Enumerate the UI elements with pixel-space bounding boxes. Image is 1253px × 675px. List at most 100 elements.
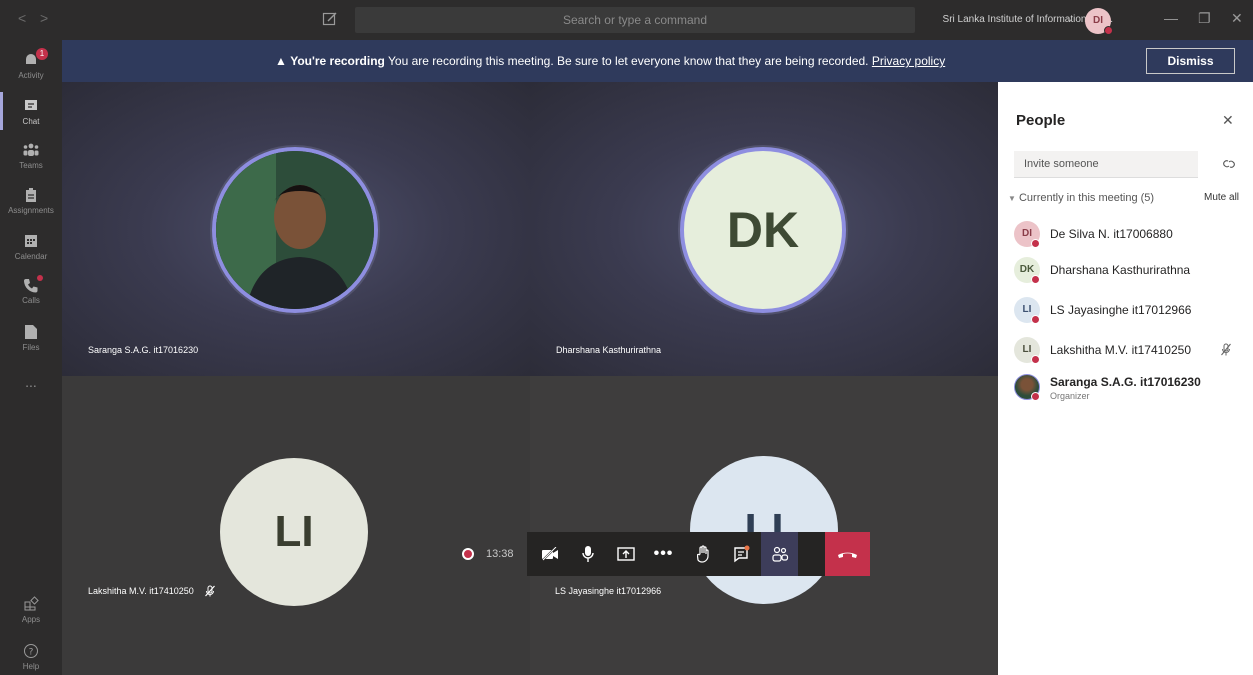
meeting-controls: 13:38 ••• xyxy=(450,532,870,576)
back-button[interactable]: < xyxy=(18,10,26,26)
recording-timer: 13:38 xyxy=(450,532,527,576)
rail-more[interactable]: ... xyxy=(0,374,62,390)
tile-name: LS Jayasinghe it17012966 xyxy=(555,586,662,596)
link-icon[interactable] xyxy=(1222,158,1236,170)
rail-files-label: Files xyxy=(22,343,40,352)
recording-icon xyxy=(462,548,474,560)
search-input[interactable]: Search or type a command xyxy=(355,7,915,33)
hang-up-icon xyxy=(838,552,857,558)
participants-button[interactable] xyxy=(761,532,798,576)
participant-name: Lakshitha M.V. it17410250 xyxy=(1050,343,1191,357)
video-tile-lakshitha[interactable]: LI Lakshitha M.V. it17410250 xyxy=(62,376,530,675)
recording-message: ▲ You're recording You are recording thi… xyxy=(275,54,945,68)
camera-toggle-button[interactable] xyxy=(531,532,568,576)
new-chat-icon[interactable] xyxy=(322,11,338,27)
warning-icon: ▲ xyxy=(275,54,287,68)
calendar-icon xyxy=(25,235,37,247)
help-icon: ? xyxy=(24,644,38,658)
dismiss-button[interactable]: Dismiss xyxy=(1146,48,1235,74)
rail-activity-label: Activity xyxy=(18,71,44,80)
avatar-initials: LI xyxy=(220,458,368,606)
rail-calendar-label: Calendar xyxy=(14,252,48,261)
rail-chat[interactable]: Chat xyxy=(0,92,62,130)
rail-chat-label: Chat xyxy=(22,117,40,126)
calls-notification-dot xyxy=(37,275,43,281)
close-panel-button[interactable]: ✕ xyxy=(1222,112,1234,129)
busy-status-icon xyxy=(1031,239,1040,248)
participant-name: Saranga S.A.G. it17016230 xyxy=(1050,375,1201,389)
svg-text:?: ? xyxy=(29,648,34,658)
chevron-down-icon[interactable]: ⌄ xyxy=(1066,13,1074,24)
rail-calls-label: Calls xyxy=(22,296,40,305)
participants-icon xyxy=(771,546,788,562)
share-screen-button[interactable] xyxy=(607,532,644,576)
recording-banner: ▲ You're recording You are recording thi… xyxy=(62,40,1253,82)
teams-icon xyxy=(23,143,39,156)
microphone-icon xyxy=(581,546,594,562)
participant-photo xyxy=(212,147,378,313)
busy-status-icon xyxy=(1031,315,1040,324)
people-panel: People ✕ Invite someone ▼ Currently in t… xyxy=(998,82,1253,675)
rail-assignments[interactable]: Assignments xyxy=(0,187,62,215)
privacy-policy-link[interactable]: Privacy policy xyxy=(872,54,945,68)
video-tile-jayasinghe[interactable]: LI LS Jayasinghe it17012966 xyxy=(530,376,998,675)
share-screen-icon xyxy=(616,546,635,561)
close-window-button[interactable]: ✕ xyxy=(1231,10,1243,27)
mute-all-button[interactable]: Mute all xyxy=(1204,192,1239,203)
rail-calls[interactable]: Calls xyxy=(0,275,62,305)
more-actions-button[interactable]: ••• xyxy=(645,532,682,576)
participant-row[interactable]: DI De Silva N. it17006880 xyxy=(1014,221,1244,253)
participant-row[interactable]: LI LS Jayasinghe it17012966 xyxy=(1014,297,1244,329)
raise-hand-icon xyxy=(696,545,709,563)
participant-row[interactable]: LI Lakshitha M.V. it17410250 xyxy=(1014,337,1244,369)
tile-name: Lakshitha M.V. it17410250 xyxy=(88,586,194,596)
participant-name: LS Jayasinghe it17012966 xyxy=(1050,303,1192,317)
participant-name: De Silva N. it17006880 xyxy=(1050,227,1173,241)
participant-row[interactable]: DK Dharshana Kasthurirathna xyxy=(1014,257,1244,289)
recording-title: You're recording xyxy=(290,54,385,68)
busy-status-icon xyxy=(1031,355,1040,364)
forward-button[interactable]: > xyxy=(40,10,48,26)
chevron-down-icon: ▼ xyxy=(1008,194,1016,203)
busy-status-icon xyxy=(1031,275,1040,284)
mic-toggle-button[interactable] xyxy=(569,532,606,576)
person-photo-icon xyxy=(216,151,374,309)
rail-apps-label: Apps xyxy=(21,615,41,624)
video-tile-saranga[interactable]: Saranga S.A.G. it17016230 xyxy=(62,82,530,376)
busy-status-icon xyxy=(1031,392,1040,401)
maximize-button[interactable]: ❐ xyxy=(1198,10,1211,27)
rail-help[interactable]: ? Help xyxy=(0,643,62,671)
rail-files[interactable]: Files xyxy=(0,324,62,352)
avatar-initials: LI xyxy=(690,456,838,604)
invite-input[interactable]: Invite someone xyxy=(1014,151,1198,178)
rail-calendar[interactable]: Calendar xyxy=(0,233,62,261)
camera-off-icon xyxy=(541,547,558,561)
minimize-button[interactable]: — xyxy=(1164,10,1178,26)
controls-bar: ••• xyxy=(527,532,825,576)
recording-text: You are recording this meeting. Be sure … xyxy=(384,54,872,68)
timer-text: 13:38 xyxy=(486,548,514,560)
mic-off-icon xyxy=(1221,343,1231,356)
participant-row[interactable]: Saranga S.A.G. it17016230 Organizer xyxy=(1014,374,1244,406)
mic-off-icon xyxy=(205,585,215,597)
participant-role: Organizer xyxy=(1050,391,1090,401)
rail-teams[interactable]: Teams xyxy=(0,142,62,170)
video-tile-dharshana[interactable]: DK Dharshana Kasthurirathna xyxy=(530,82,998,376)
rail-activity[interactable]: 1 Activity xyxy=(0,48,62,80)
assignments-icon xyxy=(26,188,36,202)
people-title: People xyxy=(1016,112,1066,129)
rail-help-label: Help xyxy=(22,662,40,671)
meeting-participants-section[interactable]: ▼ Currently in this meeting (5) xyxy=(1008,192,1154,204)
chat-icon xyxy=(25,100,37,110)
chat-button[interactable] xyxy=(723,532,760,576)
section-label: Currently in this meeting (5) xyxy=(1018,192,1155,204)
tile-name: Dharshana Kasthurirathna xyxy=(556,345,662,355)
raise-hand-button[interactable] xyxy=(685,532,722,576)
file-icon xyxy=(25,325,37,339)
tile-name: Saranga S.A.G. it17016230 xyxy=(88,345,199,355)
avatar-initials: DK xyxy=(726,202,800,258)
rail-assignments-label: Assignments xyxy=(8,206,54,215)
hang-up-button[interactable] xyxy=(825,532,870,576)
rail-apps[interactable]: Apps xyxy=(0,596,62,624)
participant-name: Dharshana Kasthurirathna xyxy=(1050,263,1191,277)
